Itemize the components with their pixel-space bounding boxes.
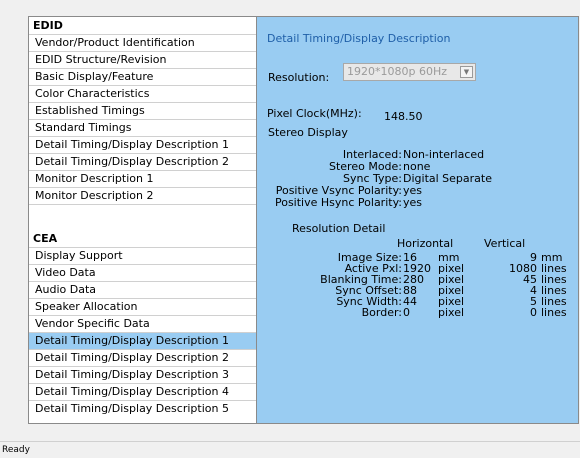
status-bar: Ready — [0, 441, 580, 458]
list-item-standard-timings[interactable]: Standard Timings — [29, 119, 256, 136]
border-v-unit: lines — [541, 306, 567, 319]
list-spacer — [29, 204, 256, 221]
panel-title: Detail Timing/Display Description — [267, 32, 451, 45]
list-item-established-timings[interactable]: Established Timings — [29, 102, 256, 119]
resolution-value: 1920*1080p 60Hz — [347, 65, 448, 78]
list-item-edid-detail-timing-2[interactable]: Detail Timing/Display Description 2 — [29, 153, 256, 170]
border-h-unit: pixel — [438, 306, 465, 319]
border-h: 0 — [403, 306, 410, 319]
edid-header: EDID — [33, 19, 63, 32]
list-item-vendor-specific-data[interactable]: Vendor Specific Data — [29, 315, 256, 332]
list-item-video-data[interactable]: Video Data — [29, 264, 256, 281]
list-item-speaker-allocation[interactable]: Speaker Allocation — [29, 298, 256, 315]
resolution-select[interactable]: 1920*1080p 60Hz ▼ — [343, 63, 476, 81]
detail-panel: Detail Timing/Display Description Resolu… — [257, 16, 579, 424]
border-v: 0 — [530, 306, 537, 319]
list-item-vendor-product[interactable]: Vendor/Product Identification — [29, 34, 256, 51]
status-text: Ready — [2, 445, 30, 455]
chevron-down-icon[interactable]: ▼ — [460, 66, 473, 78]
hsync-polarity-value: yes — [403, 196, 423, 209]
list-item-edid-structure[interactable]: EDID Structure/Revision — [29, 51, 256, 68]
border-label: Border: — [361, 306, 402, 319]
stereo-display-header: Stereo Display — [268, 126, 348, 139]
cea-header: CEA — [33, 232, 58, 245]
resolution-detail-header: Resolution Detail — [292, 222, 386, 235]
vertical-column-header: Vertical — [484, 237, 526, 250]
list-item-basic-display[interactable]: Basic Display/Feature — [29, 68, 256, 85]
list-item-monitor-description-2[interactable]: Monitor Description 2 — [29, 187, 256, 204]
list-item-cea-detail-timing-3[interactable]: Detail Timing/Display Description 3 — [29, 366, 256, 383]
list-item-audio-data[interactable]: Audio Data — [29, 281, 256, 298]
hsync-polarity-label: Positive Hsync Polarity: — [274, 196, 402, 209]
list-item-color-characteristics[interactable]: Color Characteristics — [29, 85, 256, 102]
section-list[interactable]: EDID Vendor/Product Identification EDID … — [28, 16, 257, 424]
list-item-cea-detail-timing-4[interactable]: Detail Timing/Display Description 4 — [29, 383, 256, 400]
pixel-clock-value: 148.50 — [384, 110, 423, 123]
list-item-edid-detail-timing-1[interactable]: Detail Timing/Display Description 1 — [29, 136, 256, 153]
list-item-display-support[interactable]: Display Support — [29, 247, 256, 264]
list-item-cea-detail-timing-2[interactable]: Detail Timing/Display Description 2 — [29, 349, 256, 366]
list-item-monitor-description-1[interactable]: Monitor Description 1 — [29, 170, 256, 187]
resolution-label: Resolution: — [268, 71, 330, 84]
list-item-cea-detail-timing-1[interactable]: Detail Timing/Display Description 1 — [29, 332, 256, 349]
pixel-clock-label: Pixel Clock(MHz): — [267, 107, 362, 120]
horizontal-column-header: Horizontal — [397, 237, 454, 250]
list-item-cea-detail-timing-5[interactable]: Detail Timing/Display Description 5 — [29, 400, 256, 417]
